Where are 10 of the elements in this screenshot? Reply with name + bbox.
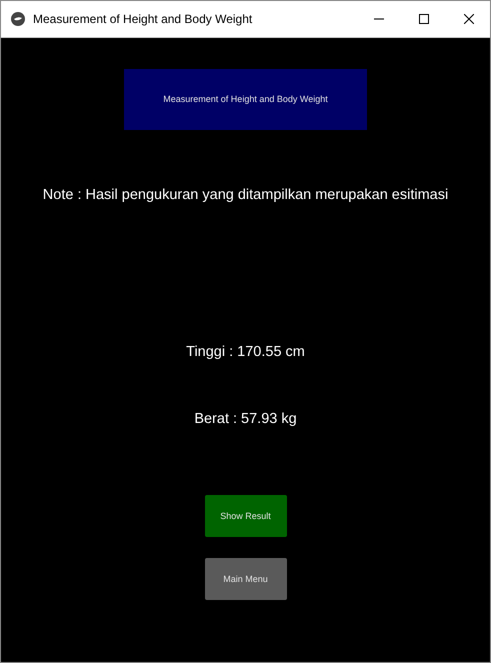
maximize-icon[interactable]: [419, 14, 429, 24]
note-text: Note : Hasil pengukuran yang ditampilkan merupakan esitimasi: [42, 186, 448, 205]
reading-text: Tinggi : 170.55 cm: [186, 342, 305, 362]
reading-text: Berat : 57.93 kg: [194, 410, 297, 428]
action-button[interactable]: Show Result: [204, 495, 286, 538]
close-icon[interactable]: [464, 14, 474, 24]
window-title: Measurement of Height and Body Weight: [33, 11, 252, 28]
app-icon: [11, 12, 25, 26]
action-button[interactable]: Main Menu: [204, 558, 286, 600]
banner-title: Measurement of Height and Body Weight: [163, 92, 328, 106]
